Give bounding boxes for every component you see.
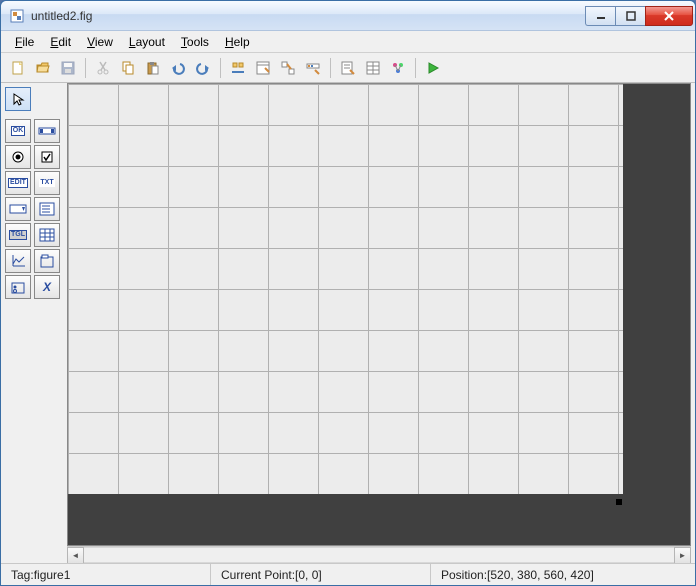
status-current-point: Current Point: [0, 0] bbox=[211, 564, 431, 585]
toolbar-separator bbox=[415, 58, 416, 78]
toolbar bbox=[1, 53, 695, 83]
titlebar: untitled2.fig bbox=[1, 1, 695, 31]
window-title: untitled2.fig bbox=[31, 9, 585, 23]
statictext-tool[interactable]: TXT bbox=[34, 171, 60, 195]
app-window: untitled2.fig File Edit View Layout Tool… bbox=[0, 0, 696, 586]
workarea: OK EDIT TXT bbox=[1, 83, 695, 563]
paste-button[interactable] bbox=[142, 57, 164, 79]
open-button[interactable] bbox=[32, 57, 54, 79]
pushbutton-tool[interactable]: OK bbox=[5, 119, 31, 143]
align-objects-button[interactable] bbox=[227, 57, 249, 79]
undo-button[interactable] bbox=[167, 57, 189, 79]
canvas-wrap: ◄ ► bbox=[67, 83, 695, 563]
status-tag: Tag: figure1 bbox=[1, 564, 211, 585]
radiobutton-tool[interactable] bbox=[5, 145, 31, 169]
status-cp-label: Current Point: bbox=[221, 568, 295, 582]
minimize-button[interactable] bbox=[585, 6, 615, 26]
horizontal-scrollbar[interactable]: ◄ ► bbox=[67, 546, 691, 563]
menu-help[interactable]: Help bbox=[217, 33, 258, 51]
listbox-tool[interactable] bbox=[34, 197, 60, 221]
resize-handle[interactable] bbox=[616, 499, 622, 505]
grid-surface[interactable] bbox=[68, 84, 623, 494]
statusbar: Tag: figure1 Current Point: [0, 0] Posit… bbox=[1, 563, 695, 585]
toolbar-separator bbox=[220, 58, 221, 78]
togglebutton-tool[interactable]: TGL bbox=[5, 223, 31, 247]
scroll-right-icon[interactable]: ► bbox=[674, 547, 691, 563]
buttongroup-tool[interactable] bbox=[5, 275, 31, 299]
new-button[interactable] bbox=[7, 57, 29, 79]
activex-tool[interactable]: X bbox=[34, 275, 60, 299]
editor-button[interactable] bbox=[337, 57, 359, 79]
table-tool[interactable] bbox=[34, 223, 60, 247]
axes-tool[interactable] bbox=[5, 249, 31, 273]
object-browser-button[interactable] bbox=[387, 57, 409, 79]
maximize-button[interactable] bbox=[615, 6, 645, 26]
slider-tool[interactable] bbox=[34, 119, 60, 143]
cut-button[interactable] bbox=[92, 57, 114, 79]
panel-tool[interactable] bbox=[34, 249, 60, 273]
property-inspector-button[interactable] bbox=[362, 57, 384, 79]
select-tool[interactable] bbox=[5, 87, 31, 111]
close-button[interactable] bbox=[645, 6, 693, 26]
status-tag-label: Tag: bbox=[11, 568, 34, 582]
toolbar-editor-button[interactable] bbox=[302, 57, 324, 79]
menu-edit[interactable]: Edit bbox=[42, 33, 79, 51]
edittext-tool[interactable]: EDIT bbox=[5, 171, 31, 195]
window-controls bbox=[585, 6, 693, 26]
save-button[interactable] bbox=[57, 57, 79, 79]
layout-canvas[interactable] bbox=[67, 83, 691, 546]
menu-layout[interactable]: Layout bbox=[121, 33, 173, 51]
status-position: Position: [520, 380, 560, 420] bbox=[431, 564, 695, 585]
copy-button[interactable] bbox=[117, 57, 139, 79]
tab-order-editor-button[interactable] bbox=[277, 57, 299, 79]
app-icon bbox=[9, 8, 25, 24]
status-pos-value: [520, 380, 560, 420] bbox=[487, 568, 594, 582]
popupmenu-tool[interactable] bbox=[5, 197, 31, 221]
component-palette: OK EDIT TXT bbox=[1, 83, 67, 563]
run-button[interactable] bbox=[422, 57, 444, 79]
menu-file[interactable]: File bbox=[7, 33, 42, 51]
redo-button[interactable] bbox=[192, 57, 214, 79]
menu-editor-button[interactable] bbox=[252, 57, 274, 79]
scroll-left-icon[interactable]: ◄ bbox=[67, 547, 84, 563]
menubar: File Edit View Layout Tools Help bbox=[1, 31, 695, 53]
toolbar-separator bbox=[85, 58, 86, 78]
status-cp-value: [0, 0] bbox=[295, 568, 322, 582]
toolbar-separator bbox=[330, 58, 331, 78]
menu-tools[interactable]: Tools bbox=[173, 33, 217, 51]
status-pos-label: Position: bbox=[441, 568, 487, 582]
scroll-track[interactable] bbox=[84, 547, 674, 563]
menu-view[interactable]: View bbox=[79, 33, 121, 51]
checkbox-tool[interactable] bbox=[34, 145, 60, 169]
status-tag-value: figure1 bbox=[34, 568, 71, 582]
